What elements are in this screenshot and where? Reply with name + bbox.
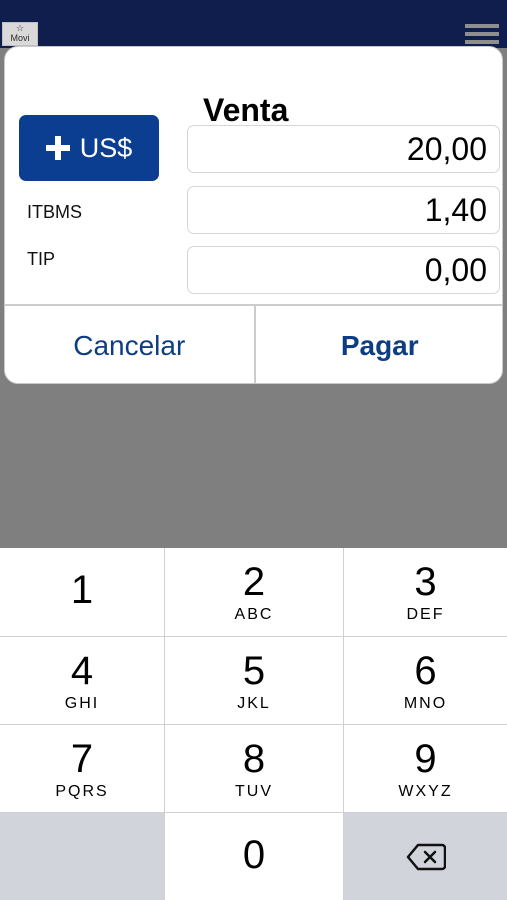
key-6[interactable]: 6 MNO	[344, 637, 507, 725]
delete-key[interactable]	[344, 813, 507, 900]
key-5[interactable]: 5 JKL	[165, 637, 344, 725]
key-5-digit: 5	[242, 649, 266, 693]
key-9[interactable]: 9 WXYZ	[344, 725, 507, 813]
key-2-letters: ABC	[234, 606, 274, 623]
itbms-label: ITBMS	[27, 202, 83, 222]
key-0-digit: 0	[242, 833, 266, 877]
key-8[interactable]: 8 TUV	[165, 725, 344, 813]
key-4[interactable]: 4 GHI	[0, 637, 165, 725]
key-9-letters: WXYZ	[398, 783, 453, 800]
key-6-letters: MNO	[403, 695, 448, 712]
key-0[interactable]: 0	[165, 813, 344, 900]
key-4-letters: GHI	[64, 695, 100, 712]
key-7-digit: 7	[70, 737, 94, 781]
tip-label: TIP	[27, 249, 56, 269]
currency-button-label: US$	[79, 132, 133, 163]
pay-button[interactable]: Pagar	[256, 306, 503, 383]
tip-field[interactable]: 0,00	[187, 246, 500, 294]
sale-modal: Venta US$ 20,00 ITBMS 1,40 TIP 0,00 Canc…	[4, 46, 503, 384]
key-8-letters: TUV	[235, 783, 273, 800]
key-3[interactable]: 3 DEF	[344, 548, 507, 637]
currency-button[interactable]: US$	[19, 115, 159, 181]
key-7[interactable]: 7 PQRS	[0, 725, 165, 813]
sale-amount-field[interactable]: 20,00	[187, 125, 500, 173]
key-3-digit: 3	[414, 560, 437, 604]
key-7-letters: PQRS	[55, 783, 109, 800]
key-3-letters: DEF	[406, 606, 445, 623]
key-5-letters: JKL	[237, 695, 271, 712]
modal-title: Venta	[203, 92, 289, 128]
key-1[interactable]: 1	[0, 548, 165, 637]
itbms-field[interactable]: 1,40	[187, 186, 500, 234]
key-9-digit: 9	[414, 737, 437, 781]
key-2[interactable]: 2 ABC	[165, 548, 344, 637]
cancel-button[interactable]: Cancelar	[5, 306, 256, 383]
key-4-digit: 4	[70, 649, 94, 693]
key-6-digit: 6	[414, 649, 437, 693]
backspace-icon	[406, 843, 446, 870]
key-1-digit: 1	[70, 568, 94, 612]
numeric-keypad: 1 2 ABC 3 DEF 4 GHI 5 JKL 6 MNO 7 PQRS 8…	[0, 548, 507, 900]
plus-icon	[45, 136, 70, 160]
keypad-blank-key	[0, 813, 165, 900]
key-2-digit: 2	[242, 560, 266, 604]
modal-actions: Cancelar Pagar	[5, 304, 503, 383]
key-8-digit: 8	[242, 737, 266, 781]
